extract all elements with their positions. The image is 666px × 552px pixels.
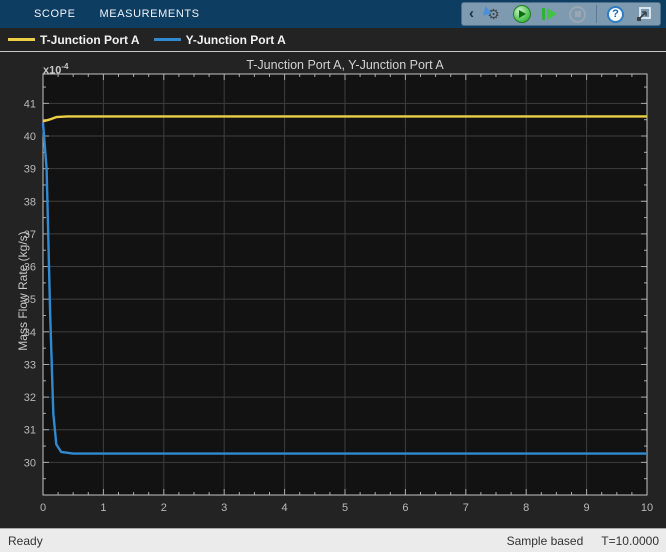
svg-text:41: 41 (24, 98, 36, 110)
step-forward-button[interactable] (540, 5, 559, 24)
status-ready-text: Ready (8, 534, 507, 548)
plot-region: T-Junction Port A, Y-Junction Port A x10… (0, 52, 666, 528)
help-icon: ? (607, 6, 624, 23)
svg-text:7: 7 (463, 502, 469, 514)
svg-text:3: 3 (221, 502, 227, 514)
svg-text:32: 32 (24, 392, 36, 404)
svg-text:40: 40 (24, 131, 36, 143)
svg-text:38: 38 (24, 196, 36, 208)
dock-window-icon (635, 6, 652, 23)
legend-swatch-y-junction (154, 38, 181, 41)
svg-text:1: 1 (100, 502, 106, 514)
plot-title: T-Junction Port A, Y-Junction Port A (43, 58, 647, 72)
svg-text:8: 8 (523, 502, 529, 514)
y-axis-label: Mass Flow Rate (kg/s) (16, 211, 30, 371)
status-simulation-time: T=10.0000 (601, 534, 659, 548)
svg-text:0: 0 (40, 502, 46, 514)
tab-measurements[interactable]: MEASUREMENTS (88, 0, 212, 28)
svg-text:31: 31 (24, 425, 36, 437)
toolbar-separator (596, 5, 597, 23)
legend-swatch-t-junction (8, 38, 35, 41)
stop-icon (569, 6, 586, 23)
legend-bar: T-Junction Port A Y-Junction Port A (0, 28, 666, 52)
svg-text:39: 39 (24, 164, 36, 176)
quick-access-toolbar: ‹ ⚙ ? (461, 2, 661, 26)
tab-scope[interactable]: SCOPE (22, 0, 88, 28)
run-button[interactable] (512, 5, 531, 24)
dock-window-button[interactable] (634, 5, 653, 24)
stop-button[interactable] (568, 5, 587, 24)
toolstrip-tabbar: SCOPE MEASUREMENTS ‹ ⚙ ? (0, 0, 666, 28)
legend-item-y-junction[interactable]: Y-Junction Port A (154, 33, 286, 47)
toolstrip-collapse-chevron-icon[interactable]: ‹ (469, 3, 474, 25)
legend-item-t-junction[interactable]: T-Junction Port A (8, 33, 140, 47)
run-icon (513, 5, 531, 23)
legend-label: T-Junction Port A (40, 33, 140, 47)
svg-text:2: 2 (161, 502, 167, 514)
svg-text:6: 6 (402, 502, 408, 514)
svg-text:4: 4 (282, 502, 288, 514)
scope-window: SCOPE MEASUREMENTS ‹ ⚙ ? T-Junction (0, 0, 666, 552)
svg-text:9: 9 (584, 502, 590, 514)
simulation-settings-icon[interactable]: ⚙ (484, 5, 503, 24)
legend-label: Y-Junction Port A (186, 33, 286, 47)
help-button[interactable]: ? (606, 5, 625, 24)
svg-text:30: 30 (24, 457, 36, 469)
status-bar: Ready Sample based T=10.0000 (0, 528, 666, 552)
status-sample-mode: Sample based (507, 534, 584, 548)
svg-text:5: 5 (342, 502, 348, 514)
scope-plot-canvas[interactable]: 012345678910303132333435363738394041 (0, 52, 666, 528)
svg-text:10: 10 (641, 502, 653, 514)
y-axis-multiplier: x10-4 (43, 62, 68, 77)
